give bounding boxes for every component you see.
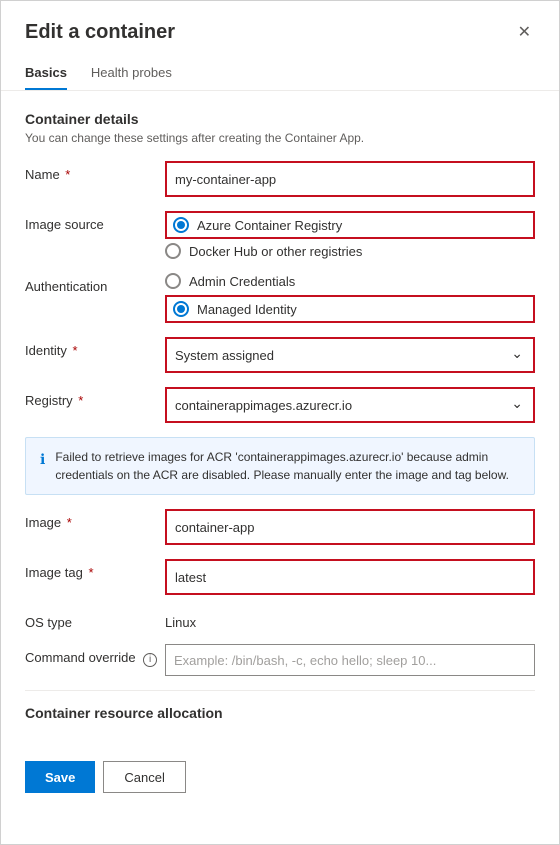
dialog-title: Edit a container: [25, 21, 175, 44]
name-control: [165, 161, 535, 197]
close-button[interactable]: ✕: [514, 21, 535, 45]
auth-row: Authentication Admin Credentials Managed…: [25, 273, 535, 323]
identity-select[interactable]: System assignedUser assigned: [167, 339, 533, 371]
info-banner-text: Failed to retrieve images for ACR 'conta…: [55, 448, 520, 484]
name-label: Name *: [25, 161, 165, 182]
image-row: Image *: [25, 509, 535, 545]
image-tag-label: Image tag *: [25, 559, 165, 580]
radio-acr-circle: [173, 217, 189, 233]
radio-docker-label: Docker Hub or other registries: [189, 244, 362, 259]
dialog-footer: Save Cancel: [1, 745, 559, 809]
registry-row: Registry * containerappimages.azurecr.io: [25, 387, 535, 423]
section-title: Container details: [25, 111, 535, 127]
dialog-header: Edit a container ✕: [1, 1, 559, 45]
radio-acr[interactable]: Azure Container Registry: [173, 217, 527, 233]
identity-control: System assignedUser assigned: [165, 337, 535, 373]
command-override-hint-icon[interactable]: i: [143, 653, 157, 667]
image-source-control: Azure Container Registry Docker Hub or o…: [165, 211, 535, 259]
radio-managed[interactable]: Managed Identity: [173, 301, 527, 317]
radio-admin[interactable]: Admin Credentials: [165, 273, 535, 289]
section-desc: You can change these settings after crea…: [25, 131, 535, 145]
tab-basics[interactable]: Basics: [25, 57, 67, 90]
radio-admin-label: Admin Credentials: [189, 274, 295, 289]
image-source-label: Image source: [25, 211, 165, 232]
command-override-control: [165, 644, 535, 676]
image-label: Image *: [25, 509, 165, 530]
cancel-button[interactable]: Cancel: [103, 761, 185, 793]
form-content: Container details You can change these s…: [1, 91, 559, 745]
image-control: [165, 509, 535, 545]
name-input[interactable]: [167, 163, 533, 195]
command-override-input[interactable]: [165, 644, 535, 676]
radio-managed-circle: [173, 301, 189, 317]
registry-label: Registry *: [25, 387, 165, 408]
tab-health-probes[interactable]: Health probes: [91, 57, 172, 90]
os-type-label: OS type: [25, 609, 165, 630]
info-banner: ℹ Failed to retrieve images for ACR 'con…: [25, 437, 535, 495]
auth-label: Authentication: [25, 273, 165, 294]
registry-select[interactable]: containerappimages.azurecr.io: [167, 389, 533, 421]
identity-row: Identity * System assignedUser assigned: [25, 337, 535, 373]
radio-acr-label: Azure Container Registry: [197, 218, 342, 233]
image-input[interactable]: [167, 511, 533, 543]
registry-control: containerappimages.azurecr.io: [165, 387, 535, 423]
os-type-row: OS type Linux: [25, 609, 535, 630]
image-tag-row: Image tag *: [25, 559, 535, 595]
identity-label: Identity *: [25, 337, 165, 358]
tab-bar: Basics Health probes: [1, 45, 559, 91]
section-divider: [25, 690, 535, 691]
save-button[interactable]: Save: [25, 761, 95, 793]
image-tag-input[interactable]: [167, 561, 533, 593]
auth-control: Admin Credentials Managed Identity: [165, 273, 535, 323]
resource-section-title: Container resource allocation: [25, 705, 535, 721]
radio-docker[interactable]: Docker Hub or other registries: [165, 243, 535, 259]
info-icon: ℹ: [40, 449, 45, 470]
command-override-row: Command override i: [25, 644, 535, 676]
os-type-value: Linux: [165, 609, 535, 630]
radio-admin-circle: [165, 273, 181, 289]
registry-select-wrapper: containerappimages.azurecr.io: [167, 389, 533, 421]
os-type-text: Linux: [165, 609, 535, 630]
image-source-row: Image source Azure Container Registry Do…: [25, 211, 535, 259]
image-tag-control: [165, 559, 535, 595]
edit-container-dialog: Edit a container ✕ Basics Health probes …: [0, 0, 560, 845]
radio-docker-circle: [165, 243, 181, 259]
identity-select-wrapper: System assignedUser assigned: [167, 339, 533, 371]
command-override-label: Command override i: [25, 644, 165, 667]
radio-managed-label: Managed Identity: [197, 302, 297, 317]
name-row: Name *: [25, 161, 535, 197]
